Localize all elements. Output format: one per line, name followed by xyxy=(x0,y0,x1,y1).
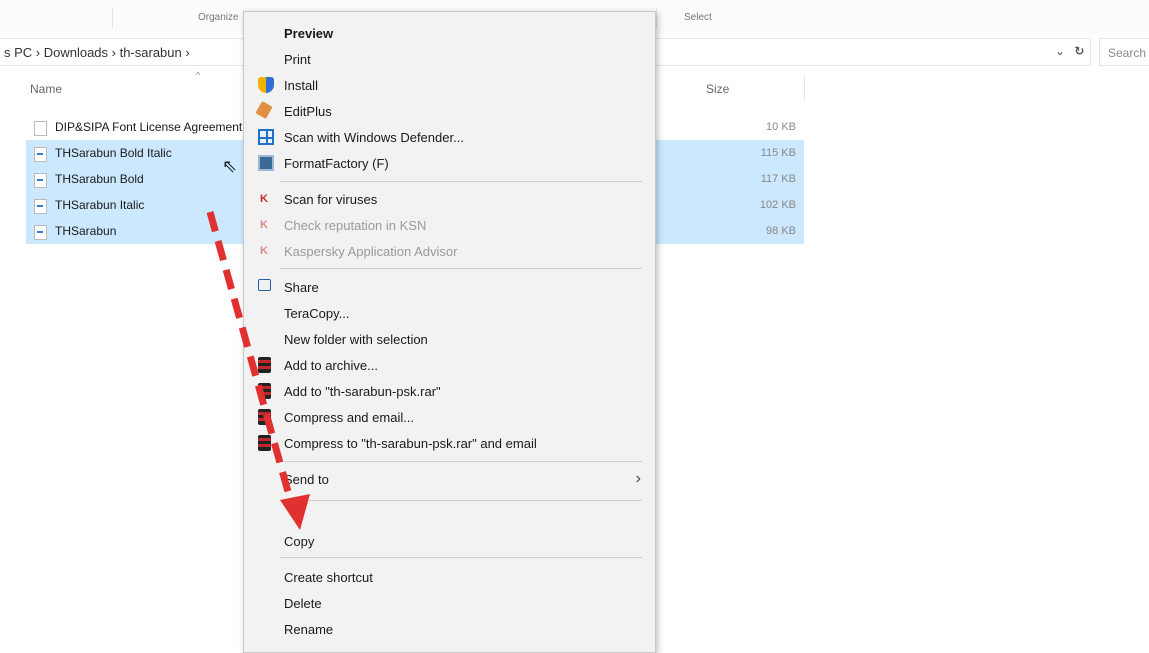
refresh-icon[interactable]: ↻ xyxy=(1074,44,1084,58)
menu-item-label: New folder with selection xyxy=(284,332,428,347)
menu-item-label: Compress to "th-sarabun-psk.rar" and ema… xyxy=(284,436,537,451)
menu-item-label: Check reputation in KSN xyxy=(284,218,427,233)
document-file-icon xyxy=(34,121,47,136)
menu-item-teracopy[interactable]: TeraCopy... xyxy=(244,301,655,325)
menu-item-label: Rename xyxy=(284,622,334,637)
file-name: DIP&SIPA Font License Agreement xyxy=(55,120,243,134)
font-file-icon xyxy=(34,225,47,240)
defender-icon xyxy=(258,129,274,145)
menu-item-scan-for-viruses[interactable]: K Scan for viruses xyxy=(244,187,655,211)
menu-item-label: Compress and email... xyxy=(284,410,415,425)
winrar-icon xyxy=(258,409,271,425)
menu-item-label: Share xyxy=(284,280,319,295)
menu-separator xyxy=(280,461,642,462)
menu-item-new-folder-with-selection[interactable]: New folder with selection xyxy=(244,327,655,351)
menu-item-label: Send to xyxy=(284,472,329,487)
winrar-icon xyxy=(258,383,271,399)
column-header-name[interactable]: Name xyxy=(30,82,62,96)
history-dropdown-icon[interactable]: ⌄ xyxy=(1055,44,1065,58)
ribbon-group-organize: Organize xyxy=(198,12,239,23)
font-file-icon xyxy=(34,147,47,162)
menu-item-add-to-th-sarabun-psk-rar[interactable]: Add to "th-sarabun-psk.rar" xyxy=(244,379,655,403)
menu-separator xyxy=(280,500,642,501)
file-size: 115 KB xyxy=(760,147,796,159)
menu-item-formatfactory-f[interactable]: FormatFactory (F) xyxy=(244,151,655,175)
file-size: 117 KB xyxy=(760,173,796,185)
menu-item-label: Create shortcut xyxy=(284,570,373,585)
menu-item-rename[interactable]: Rename xyxy=(244,617,655,641)
menu-item-label: Scan with Windows Defender... xyxy=(284,130,464,145)
menu-separator xyxy=(280,268,642,269)
share-icon xyxy=(258,279,271,291)
file-name: THSarabun Bold Italic xyxy=(55,146,172,160)
formatfactory-icon xyxy=(258,155,274,171)
menu-item-label: EditPlus xyxy=(284,104,332,119)
column-header-size[interactable]: Size xyxy=(706,82,729,96)
menu-item-print[interactable]: Print xyxy=(244,47,655,71)
font-file-icon xyxy=(34,199,47,214)
font-file-icon xyxy=(34,173,47,188)
menu-item-label: Print xyxy=(284,52,311,67)
menu-item-kaspersky-application-advisor: K Kaspersky Application Advisor xyxy=(244,239,655,263)
file-name: THSarabun Bold xyxy=(55,172,144,186)
menu-item-share[interactable]: Share xyxy=(244,275,655,299)
menu-item-install[interactable]: Install xyxy=(244,73,655,97)
menu-item-check-reputation-in-ksn: K Check reputation in KSN xyxy=(244,213,655,237)
file-size: 98 KB xyxy=(766,225,796,237)
context-menu: Preview Print Install EditPlus Scan with Win… xyxy=(243,11,656,653)
file-name: THSarabun Italic xyxy=(55,198,145,212)
editplus-icon xyxy=(255,100,273,120)
menu-item-compress-and-email[interactable]: Compress and email... xyxy=(244,405,655,429)
menu-item-copy[interactable]: Copy xyxy=(244,529,655,553)
chevron-right-icon: › xyxy=(635,470,641,487)
address-tools: ⌄ ↻ xyxy=(1055,44,1084,58)
menu-item-editplus[interactable]: EditPlus xyxy=(244,99,655,123)
ribbon-group-select: Select xyxy=(684,12,712,23)
breadcrumb[interactable]: s PC › Downloads › th-sarabun › xyxy=(4,45,190,60)
search-placeholder: Search xyxy=(1108,46,1147,60)
menu-item-label: Scan for viruses xyxy=(284,192,378,207)
menu-separator xyxy=(280,557,642,558)
file-size: 102 KB xyxy=(759,199,796,211)
menu-item-preview[interactable]: Preview xyxy=(244,21,655,45)
menu-item-compress-to-th-sarabun-psk-rar-and-email[interactable]: Compress to "th-sarabun-psk.rar" and ema… xyxy=(244,431,655,455)
menu-item-label: Install xyxy=(284,78,318,93)
menu-item-label: Preview xyxy=(284,26,334,41)
kaspersky-icon: K xyxy=(260,193,268,205)
file-name: THSarabun xyxy=(55,224,117,238)
menu-item-delete[interactable]: Delete xyxy=(244,591,655,615)
menu-item-label: FormatFactory (F) xyxy=(284,156,389,171)
menu-item-label: TeraCopy... xyxy=(284,306,350,321)
file-size: 10 KB xyxy=(766,121,796,133)
shield-icon xyxy=(258,77,274,93)
menu-item-label: Add to "th-sarabun-psk.rar" xyxy=(284,384,441,399)
menu-item-label: Add to archive... xyxy=(284,358,378,373)
menu-item-scan-with-windows-defender[interactable]: Scan with Windows Defender... xyxy=(244,125,655,149)
menu-item-create-shortcut[interactable]: Create shortcut xyxy=(244,565,655,589)
winrar-icon xyxy=(258,357,271,373)
search-box[interactable]: Search xyxy=(1099,38,1149,66)
menu-separator xyxy=(280,181,642,182)
menu-item-send-to[interactable]: Send to › xyxy=(244,467,655,491)
ribbon-divider xyxy=(112,8,113,28)
menu-item-label: Copy xyxy=(284,534,315,549)
column-divider[interactable] xyxy=(804,76,805,100)
sort-ascending-icon: ^ xyxy=(196,70,201,80)
kaspersky-icon: K xyxy=(260,219,268,231)
kaspersky-icon: K xyxy=(260,245,268,257)
winrar-icon xyxy=(258,435,271,451)
menu-item-label: Kaspersky Application Advisor xyxy=(284,244,458,259)
menu-item-label: Delete xyxy=(284,596,322,611)
mouse-cursor-icon: ⇖ xyxy=(222,156,238,176)
ribbon-divider xyxy=(656,8,657,28)
menu-item-add-to-archive[interactable]: Add to archive... xyxy=(244,353,655,377)
